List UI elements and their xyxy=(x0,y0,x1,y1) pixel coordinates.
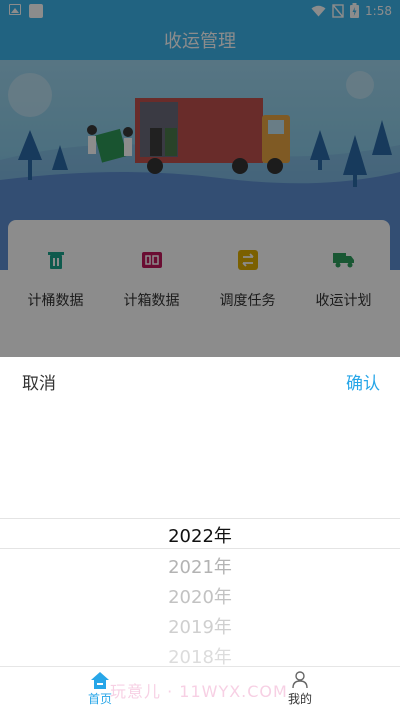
picker-option[interactable]: 2019年 xyxy=(0,613,400,639)
picker-selection-line-top xyxy=(0,518,400,519)
picker-option[interactable]: 2021年 xyxy=(0,553,400,579)
picker-selection-line-bottom xyxy=(0,548,400,549)
picker-option[interactable]: 2020年 xyxy=(0,583,400,609)
cancel-button[interactable]: 取消 xyxy=(22,369,56,394)
watermark: 玩意儿 · 11WYX.COM xyxy=(110,682,288,701)
confirm-button[interactable]: 确认 xyxy=(346,369,380,394)
modal-overlay[interactable] xyxy=(0,0,400,357)
year-picker: 取消 确认 2022年 2021年 2020年 2019年 2018年 xyxy=(0,357,400,668)
picker-option-selected[interactable]: 2022年 xyxy=(0,522,400,548)
